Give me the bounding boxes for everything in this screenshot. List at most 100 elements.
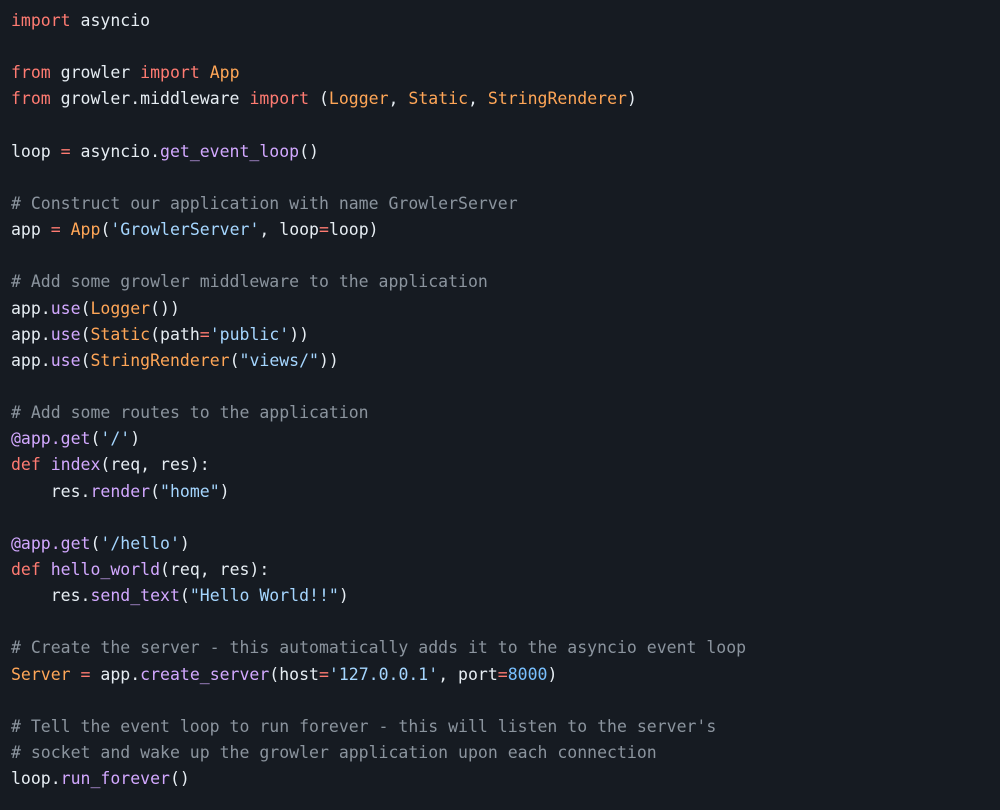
code-token-func: @app.get (11, 533, 91, 553)
code-line: # socket and wake up the growler applica… (11, 740, 989, 766)
code-token-text: )) (319, 350, 339, 370)
code-token-text: (req, res): (160, 559, 270, 579)
code-token-func: use (50, 350, 81, 370)
code-token-text: ( (90, 533, 101, 553)
code-token-text: app. (11, 350, 51, 370)
code-token-text: ( (90, 429, 101, 449)
code-line: loop.run_forever() (11, 766, 989, 792)
code-token-operator: = (60, 141, 71, 161)
code-token-class: Static (408, 89, 469, 109)
code-token-text: loop (11, 141, 61, 161)
code-token-operator: = (80, 664, 91, 684)
code-token-string: 'public' (209, 324, 290, 344)
code-line: app = App('GrowlerServer', loop=loop) (11, 217, 989, 243)
code-token-func: hello_world (50, 559, 161, 579)
code-block: import asyncio​from growler import Appfr… (0, 0, 1000, 810)
code-token-comment: # socket and wake up the growler applica… (11, 742, 657, 762)
code-token-class: App (209, 63, 240, 83)
code-token-text: res. (11, 481, 91, 501)
code-token-class: Server (11, 664, 71, 684)
code-line: def hello_world(req, res): (11, 557, 989, 583)
code-token-text: res. (11, 586, 91, 606)
code-token-text: app (11, 220, 51, 240)
code-line: @app.get('/') (11, 426, 989, 452)
code-token-text: () (169, 769, 190, 789)
code-token-operator: = (318, 664, 329, 684)
code-token-text: app. (90, 664, 141, 684)
code-token-class: StringRenderer (90, 350, 230, 370)
code-token-class: App (70, 220, 101, 240)
code-token-operator: = (497, 664, 508, 684)
code-token-text: ) (179, 533, 190, 553)
code-token-func: use (50, 298, 81, 318)
code-line: from growler.middleware import (Logger, … (11, 86, 989, 112)
code-token-string: "views/" (239, 350, 319, 370)
code-token-text: growler (50, 63, 141, 83)
code-token-class: Logger (328, 89, 389, 109)
code-token-text: asyncio (70, 11, 151, 30)
code-line: Server = app.create_server(host='127.0.0… (11, 662, 989, 688)
code-line: ​ (11, 505, 989, 531)
code-line: ​ (11, 609, 989, 635)
code-token-keyword: import (140, 63, 200, 83)
code-line: ​ (11, 165, 989, 191)
code-line: from growler import App (11, 60, 989, 86)
code-token-text: ) (219, 481, 230, 501)
code-token-text: ) (338, 586, 349, 606)
code-token-text: ( (150, 481, 161, 501)
code-token-func: run_forever (60, 769, 170, 789)
code-line: ​ (11, 374, 989, 400)
code-token-text: , port (438, 664, 498, 684)
code-token-comment: # Add some routes to the application (11, 403, 369, 423)
code-token-text: loop) (328, 220, 379, 240)
code-token-func: render (90, 481, 151, 501)
code-token-comment: # Create the server - this automatically… (11, 638, 747, 658)
code-line: ​ (11, 243, 989, 269)
code-token-text: (path (150, 324, 200, 344)
code-token-comment: # Tell the event loop to run forever - t… (11, 716, 717, 736)
code-token-text: ()) (150, 298, 180, 318)
code-line: def index(req, res): (11, 452, 989, 478)
code-token-comment: # Add some growler middleware to the app… (11, 272, 488, 292)
code-token-keyword: import (249, 89, 310, 109)
code-line: # Construct our application with name Gr… (11, 191, 989, 217)
code-token-text: ) (626, 89, 637, 109)
code-token-string: "home" (160, 481, 220, 501)
code-token-func: create_server (140, 664, 270, 684)
code-token-string: "Hello World!!" (189, 586, 339, 606)
code-token-string: '/hello' (100, 533, 180, 553)
code-token-func: index (50, 455, 101, 475)
code-token-func: send_text (90, 586, 180, 606)
code-token-text: )) (289, 324, 310, 344)
code-line: # Tell the event loop to run forever - t… (11, 714, 989, 740)
code-token-text: ) (547, 664, 558, 684)
code-token-text: asyncio. (70, 141, 161, 161)
code-token-string: 'GrowlerServer' (110, 220, 260, 240)
code-token-text: ( (229, 350, 240, 370)
code-token-class: StringRenderer (487, 89, 627, 109)
code-token-text: (req, res): (100, 455, 210, 475)
code-line: res.send_text("Hello World!!") (11, 583, 989, 609)
code-token-func: use (50, 324, 81, 344)
code-token-operator: = (319, 220, 329, 240)
code-token-keyword: from (11, 89, 51, 109)
code-token-text: ( (80, 350, 91, 370)
code-token-text: app. (11, 324, 51, 344)
code-token-text: () (299, 141, 319, 161)
code-token-text: ( (80, 324, 91, 344)
code-token-func: @app.get (11, 429, 91, 449)
code-token-text: ) (130, 429, 141, 449)
code-token-class: Static (90, 324, 151, 344)
code-token-func: get_event_loop (160, 141, 300, 161)
code-line: ​ (11, 113, 989, 139)
code-token-string: '127.0.0.1' (328, 664, 439, 684)
code-token-string: '/' (100, 429, 131, 449)
code-line: ​ (11, 34, 989, 60)
code-line: # Add some growler middleware to the app… (11, 269, 989, 295)
code-token-comment: # Construct our application with name Gr… (11, 193, 518, 213)
code-token-text: app. (11, 298, 51, 318)
